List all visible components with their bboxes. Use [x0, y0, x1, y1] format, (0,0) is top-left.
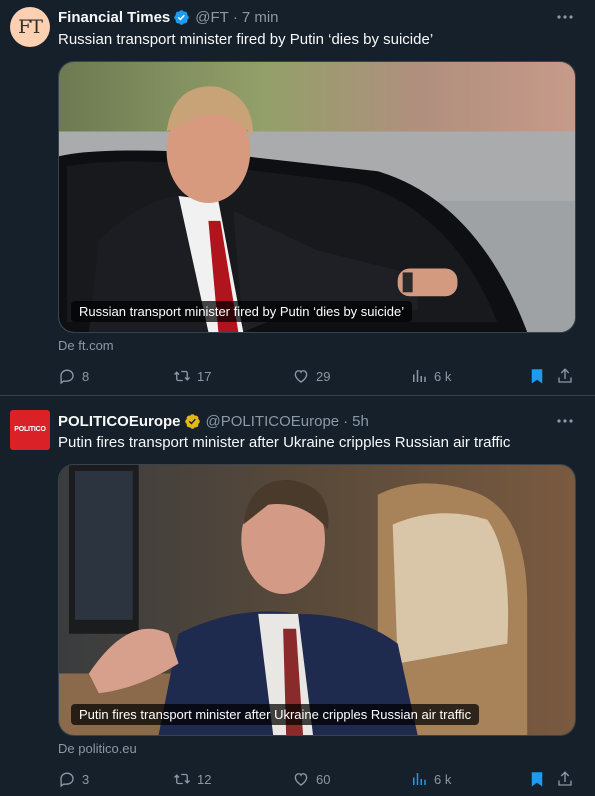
tweet-text: Russian transport minister fired by Puti…: [58, 31, 434, 48]
repost-button[interactable]: 12: [173, 769, 211, 789]
like-count: 29: [316, 368, 331, 384]
share-icon: [558, 771, 572, 786]
timestamp[interactable]: 5h: [352, 413, 369, 430]
views-icon: [413, 370, 426, 382]
more-icon[interactable]: [555, 9, 575, 25]
verified-badge-icon: [184, 413, 200, 429]
author-name[interactable]: POLITICOEurope: [58, 413, 181, 430]
views-button[interactable]: 6 k: [410, 366, 451, 386]
tweet-ft[interactable]: FT Financial Times @FT · 7 min Russian t…: [0, 0, 595, 395]
card-caption: Putin fires transport minister after Ukr…: [71, 704, 480, 725]
repost-count: 17: [197, 368, 212, 384]
share-icon: [558, 368, 572, 383]
repost-button[interactable]: 17: [173, 366, 211, 386]
repost-icon: [174, 370, 190, 382]
bookmark-icon: [531, 772, 543, 787]
share-button[interactable]: [556, 769, 574, 789]
views-icon: [413, 773, 426, 785]
card-photo: [59, 465, 575, 735]
avatar[interactable]: POLITICO: [10, 410, 50, 450]
views-button[interactable]: 6 k: [410, 769, 451, 789]
reply-icon: [60, 772, 74, 788]
avatar[interactable]: FT: [10, 7, 50, 47]
link-card[interactable]: Putin fires transport minister after Ukr…: [58, 464, 576, 736]
link-card[interactable]: Russian transport minister fired by Puti…: [58, 61, 576, 333]
verified-badge-icon: [174, 9, 190, 25]
like-button[interactable]: 29: [292, 366, 330, 386]
tweet-actions: 8 17 29 6 k: [58, 366, 578, 386]
bookmark-icon: [531, 369, 543, 384]
reply-count: 3: [82, 771, 90, 787]
timeline-feed: FT Financial Times @FT · 7 min Russian t…: [0, 0, 595, 796]
views-count: 6 k: [434, 771, 452, 787]
card-photo: [59, 62, 575, 332]
author-name[interactable]: Financial Times: [58, 9, 170, 26]
views-count: 6 k: [434, 368, 452, 384]
like-icon: [294, 370, 308, 383]
card-source[interactable]: De politico.eu: [58, 741, 137, 756]
tweet-header: Financial Times @FT · 7 min: [58, 7, 279, 27]
like-button[interactable]: 60: [292, 769, 330, 789]
timestamp[interactable]: 7 min: [242, 9, 279, 26]
author-handle[interactable]: @FT: [195, 9, 229, 26]
avatar-logo-text: POLITICO: [14, 426, 46, 433]
tweet-header: POLITICOEurope @POLITICOEurope · 5h: [58, 411, 369, 431]
card-source[interactable]: De ft.com: [58, 338, 114, 353]
reply-icon: [60, 369, 74, 385]
tweet-text: Putin fires transport minister after Ukr…: [58, 434, 511, 451]
repost-count: 12: [197, 771, 212, 787]
avatar-logo-text: FT: [18, 16, 43, 38]
tweet-politico[interactable]: POLITICO POLITICOEurope @POLITICOEurope …: [0, 396, 595, 796]
bookmark-button[interactable]: [528, 366, 546, 386]
reply-button[interactable]: 3: [58, 769, 89, 789]
tweet-actions: 3 12 60 6 k: [58, 769, 578, 789]
share-button[interactable]: [556, 366, 574, 386]
reply-button[interactable]: 8: [58, 366, 89, 386]
like-count: 60: [316, 771, 331, 787]
like-icon: [294, 773, 308, 786]
more-icon[interactable]: [555, 413, 575, 429]
separator-dot: ·: [343, 412, 349, 430]
author-handle[interactable]: @POLITICOEurope: [206, 413, 340, 430]
repost-icon: [174, 773, 190, 785]
bookmark-button[interactable]: [528, 769, 546, 789]
reply-count: 8: [82, 368, 90, 384]
separator-dot: ·: [232, 8, 238, 26]
card-caption: Russian transport minister fired by Puti…: [71, 301, 413, 322]
